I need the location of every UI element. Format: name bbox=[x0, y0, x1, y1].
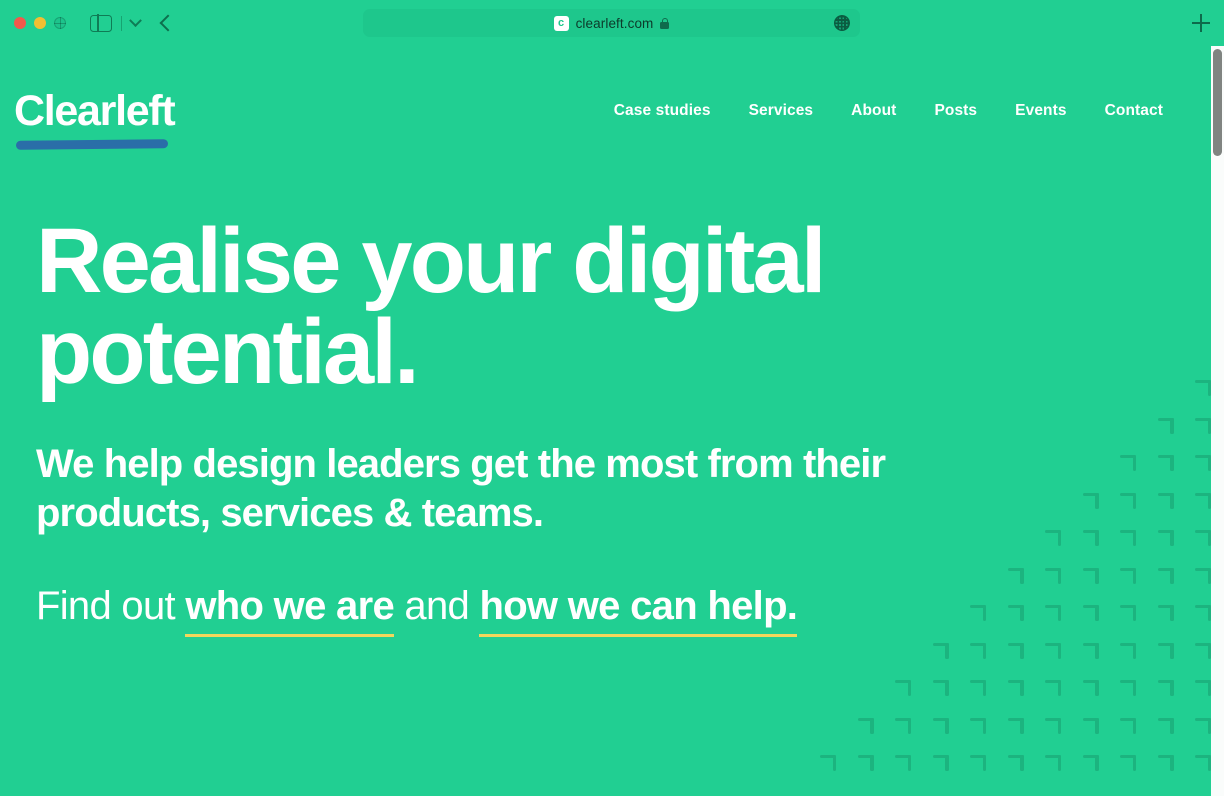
pattern-corner-mark bbox=[895, 755, 912, 771]
pattern-corner-mark bbox=[1195, 642, 1211, 659]
hero-link-who-we-are[interactable]: who we are bbox=[185, 583, 395, 637]
site-logo[interactable]: Clearleft bbox=[14, 86, 176, 150]
vertical-scrollbar[interactable] bbox=[1211, 46, 1224, 796]
hero-cta-paragraph: Find out who we are and how we can help. bbox=[36, 582, 1211, 637]
pattern-corner-mark bbox=[895, 680, 912, 696]
pattern-corner-mark bbox=[895, 717, 912, 734]
pattern-corner-mark bbox=[970, 755, 987, 771]
zoom-window-button[interactable] bbox=[54, 17, 66, 29]
pattern-corner-mark bbox=[1157, 680, 1174, 696]
minimize-window-button[interactable] bbox=[34, 17, 46, 29]
site-favicon-icon: c bbox=[553, 15, 569, 31]
new-tab-button[interactable] bbox=[1192, 14, 1210, 32]
back-arrow-icon[interactable] bbox=[159, 14, 177, 32]
window-traffic-lights bbox=[14, 17, 66, 29]
hero-subheading-line-1: We help design leaders get the most from… bbox=[36, 442, 886, 487]
pattern-corner-mark bbox=[1195, 755, 1211, 771]
chrome-left-buttons bbox=[90, 13, 142, 33]
nav-item-contact[interactable]: Contact bbox=[1105, 102, 1163, 120]
pattern-corner-mark bbox=[932, 717, 949, 734]
chevron-down-icon[interactable] bbox=[129, 13, 142, 27]
address-bar-content: c clearleft.com bbox=[553, 15, 670, 31]
nav-item-case-studies[interactable]: Case studies bbox=[614, 102, 711, 120]
pattern-corner-mark bbox=[1120, 717, 1137, 734]
pattern-corner-mark bbox=[1120, 755, 1137, 771]
pattern-corner-mark bbox=[1157, 717, 1174, 734]
site-header: Clearleft Case studies Services About Po… bbox=[0, 46, 1211, 176]
hero-link-how-we-can-help[interactable]: how we can help. bbox=[479, 583, 798, 637]
vertical-scroll-thumb[interactable] bbox=[1213, 49, 1222, 156]
close-window-button[interactable] bbox=[14, 17, 26, 29]
pattern-corner-mark bbox=[857, 755, 874, 771]
hero-headline-line-1: Realise your digital bbox=[36, 210, 826, 312]
nav-item-posts[interactable]: Posts bbox=[934, 102, 977, 120]
pattern-corner-mark bbox=[1007, 642, 1024, 659]
site-logo-text: Clearleft bbox=[14, 86, 176, 135]
hero-headline-line-2: potential. bbox=[36, 301, 420, 404]
pattern-corner-mark bbox=[1082, 642, 1099, 659]
hero-cta-middle: and bbox=[394, 583, 480, 628]
privacy-report-icon[interactable] bbox=[834, 15, 850, 31]
pattern-corner-mark bbox=[1045, 717, 1062, 734]
pattern-corner-mark bbox=[1082, 755, 1099, 771]
pattern-corner-mark bbox=[932, 755, 949, 771]
pattern-corner-mark bbox=[1007, 680, 1024, 696]
nav-item-about[interactable]: About bbox=[851, 102, 896, 120]
pattern-corner-mark bbox=[1082, 717, 1099, 734]
logo-brush-underline bbox=[15, 138, 169, 150]
lock-icon bbox=[660, 17, 670, 29]
pattern-corner-mark bbox=[1157, 755, 1174, 771]
hero-cta-prefix: Find out bbox=[36, 583, 186, 628]
pattern-corner-mark bbox=[1120, 642, 1137, 659]
pattern-corner-mark bbox=[1045, 642, 1062, 659]
nav-item-events[interactable]: Events bbox=[1015, 102, 1066, 120]
pattern-corner-mark bbox=[1082, 680, 1099, 696]
pattern-corner-mark bbox=[1007, 717, 1024, 734]
page-viewport: Clearleft Case studies Services About Po… bbox=[0, 46, 1211, 796]
pattern-corner-mark bbox=[820, 755, 837, 771]
pattern-corner-mark bbox=[970, 642, 987, 659]
pattern-corner-mark bbox=[1195, 717, 1211, 734]
pattern-corner-mark bbox=[1195, 680, 1211, 696]
pattern-corner-mark bbox=[932, 642, 949, 659]
pattern-corner-mark bbox=[1007, 755, 1024, 771]
address-bar-url: clearleft.com bbox=[575, 15, 654, 31]
nav-item-services[interactable]: Services bbox=[749, 102, 814, 120]
pattern-corner-mark bbox=[857, 717, 874, 734]
browser-chrome: c clearleft.com bbox=[0, 0, 1224, 46]
hero-section: Realise your digital potential. We help … bbox=[0, 215, 1211, 637]
pattern-corner-mark bbox=[970, 717, 987, 734]
pattern-corner-mark bbox=[932, 680, 949, 696]
sidebar-toggle-icon[interactable] bbox=[90, 13, 112, 33]
pattern-corner-mark bbox=[1045, 755, 1062, 771]
pattern-corner-mark bbox=[1120, 680, 1137, 696]
hero-headline: Realise your digital potential. bbox=[36, 215, 936, 398]
pattern-corner-mark bbox=[1045, 680, 1062, 696]
hero-subheading: We help design leaders get the most from… bbox=[36, 440, 996, 538]
toolbar-divider bbox=[121, 15, 122, 31]
pattern-corner-mark bbox=[970, 680, 987, 696]
hero-subheading-line-2: products, services & teams. bbox=[36, 490, 544, 535]
address-bar[interactable]: c clearleft.com bbox=[363, 9, 860, 37]
pattern-corner-mark bbox=[1157, 642, 1174, 659]
main-navigation: Case studies Services About Posts Events… bbox=[614, 102, 1163, 120]
